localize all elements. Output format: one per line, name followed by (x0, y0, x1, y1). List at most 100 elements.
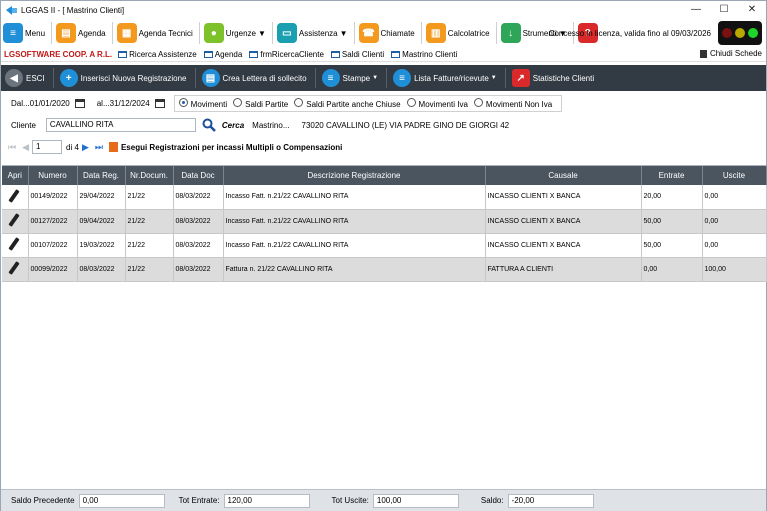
stampe-button[interactable]: ≡ Stampe ▼ (321, 69, 378, 87)
page-input[interactable]: 1 (32, 140, 63, 154)
menu-button[interactable]: ≡ Menu (1, 20, 47, 46)
last-page-icon[interactable]: ⏭ (95, 142, 103, 153)
esci-button[interactable]: ◀ ESCI (5, 69, 45, 87)
cell-descrizione: Incasso Fatt. n.21/22 CAVALLINO RITA (223, 209, 486, 234)
totals-bar: Saldo Precedente 0,00 Tot Entrate: 120,0… (1, 489, 766, 511)
cell-descrizione: Fattura n. 21/22 CAVALLINO RITA (223, 257, 486, 282)
status-light-icon (747, 28, 758, 38)
radio-saldi-partite-chiuse[interactable]: Saldi Partite anche Chiuse (288, 98, 401, 109)
link-mastrino-clienti[interactable]: Mastrino Clienti (391, 50, 457, 59)
open-cell[interactable] (2, 185, 29, 210)
open-cell[interactable] (2, 257, 29, 282)
col-entrate[interactable]: Entrate (641, 166, 703, 185)
lista-fatture-button[interactable]: ≡ Lista Fatture/ricevute ▼ (393, 69, 497, 87)
minimize-button[interactable]: — (682, 1, 710, 19)
table-header: Apri Numero Data Reg. Nr.Docum. Data Doc… (2, 166, 767, 185)
monitor-icon: ▭ (276, 23, 297, 43)
al-date-field[interactable]: 31/12/2024 (110, 99, 150, 108)
execute-multiple-button[interactable]: Esegui Registrazioni per incassi Multipl… (108, 142, 342, 152)
link-agenda[interactable]: Agenda (203, 50, 242, 59)
open-cell[interactable] (2, 233, 29, 258)
next-page-icon[interactable]: ▶ (82, 142, 89, 153)
cell-numero: 00099/2022 (28, 257, 78, 282)
col-numero[interactable]: Numero (28, 166, 78, 185)
calendar-icon: ▦ (116, 23, 137, 43)
maximize-button[interactable]: ☐ (710, 1, 738, 19)
assistenza-button[interactable]: ▭ Assistenza ▼ (275, 20, 350, 46)
cell-numero: 00149/2022 (28, 185, 78, 210)
calendar-icon[interactable] (74, 99, 85, 108)
prev-page-icon[interactable]: ◀ (22, 142, 29, 153)
cell-nr-docum: 21/22 (125, 257, 174, 282)
menu-icon: ≡ (3, 23, 23, 43)
close-button[interactable]: ✕ (738, 1, 766, 19)
mastrino-label: Mastrino... (252, 120, 290, 130)
cell-data-reg: 19/03/2022 (77, 233, 126, 258)
pencil-icon[interactable] (7, 213, 21, 229)
cell-data-reg: 09/04/2022 (77, 209, 126, 234)
app-icon (6, 5, 17, 15)
cell-causale: INCASSO CLIENTI X BANCA (485, 209, 642, 234)
pencil-icon[interactable] (7, 237, 21, 253)
open-cell[interactable] (2, 209, 29, 234)
saldo-value: -20,00 (507, 493, 594, 508)
radio-icon (294, 98, 304, 107)
cell-data-reg: 08/03/2022 (77, 257, 126, 282)
crea-lettera-button[interactable]: ▤ Crea Lettera di sollecito (201, 69, 307, 87)
col-apri[interactable]: Apri (2, 166, 29, 185)
col-uscite[interactable]: Uscite (702, 166, 767, 185)
cell-causale: INCASSO CLIENTI X BANCA (485, 185, 642, 210)
table-row[interactable]: 00149/2022 29/04/2022 21/22 08/03/2022 Incas… (2, 185, 767, 210)
col-nr-docum[interactable]: Nr.Docum. (125, 166, 174, 185)
window-icon (330, 51, 340, 58)
calendar-icon[interactable] (154, 99, 165, 108)
radio-movimenti-non-iva[interactable]: Movimenti Non Iva (468, 98, 552, 109)
cell-data-doc: 08/03/2022 (173, 233, 224, 258)
table-row[interactable]: 00099/2022 08/03/2022 21/22 08/03/2022 Fattu… (2, 257, 767, 282)
dal-label: Dal... (11, 99, 30, 108)
window-icon (391, 51, 401, 58)
statistiche-button[interactable]: ↗ Statistiche Clienti (511, 69, 594, 87)
link-ricerca-assistenze[interactable]: Ricerca Assistenze (118, 50, 197, 59)
col-descrizione[interactable]: Descrizione Registrazione (223, 166, 486, 185)
table-row[interactable]: 00107/2022 19/03/2022 21/22 08/03/2022 Incas… (2, 233, 767, 258)
cell-entrate: 0,00 (641, 257, 703, 282)
dal-date-field[interactable]: 01/01/2020 (30, 99, 70, 108)
col-data-doc[interactable]: Data Doc (173, 166, 224, 185)
trash-icon (699, 49, 707, 58)
agenda-tecnici-button[interactable]: ▦ Agenda Tecnici (115, 20, 195, 46)
agenda-button[interactable]: ▤ Agenda (54, 20, 108, 46)
cliente-input[interactable]: CAVALLINO RITA (45, 118, 196, 132)
table-row[interactable]: 00127/2022 09/04/2022 21/22 08/03/2022 Incas… (2, 209, 767, 234)
agenda-icon: ▤ (56, 23, 77, 43)
chiudi-schede-button[interactable]: Chiudi Schede (699, 49, 762, 58)
col-causale[interactable]: Causale (485, 166, 642, 185)
phone-icon: ☎ (358, 23, 379, 43)
cerca-button[interactable]: Cerca (222, 121, 244, 130)
radio-movimenti-iva[interactable]: Movimenti Iva (401, 98, 468, 109)
pencil-icon[interactable] (7, 189, 21, 205)
license-text: Concesso in licenza, valida fino al 09/0… (548, 29, 711, 38)
radio-saldi-partite[interactable]: Saldi Partite (227, 98, 288, 109)
col-data-reg[interactable]: Data Reg. (77, 166, 126, 185)
window-icon (203, 51, 213, 58)
new-registration-button[interactable]: + Inserisci Nuova Registrazione (59, 69, 187, 87)
cell-data-doc: 08/03/2022 (173, 185, 224, 210)
first-page-icon[interactable]: ⏮ (8, 142, 16, 153)
printer-icon: ≡ (321, 69, 340, 87)
cell-causale: INCASSO CLIENTI X BANCA (485, 233, 642, 258)
pencil-icon[interactable] (7, 261, 21, 277)
link-ricerca-cliente[interactable]: frmRicercaCliente (249, 50, 324, 59)
urgenze-button[interactable]: ● Urgenze ▼ (202, 20, 268, 46)
search-icon[interactable] (202, 118, 216, 132)
radio-movimenti[interactable]: Movimenti (173, 98, 227, 109)
chiamate-button[interactable]: ☎ Chiamate (357, 20, 417, 46)
traffic-light-icon (718, 21, 762, 45)
brand-name: LGSOFTWARE COOP. A R.L. (4, 50, 113, 59)
link-saldi-clienti[interactable]: Saldi Clienti (330, 50, 384, 59)
cell-descrizione: Incasso Fatt. n.21/22 CAVALLINO RITA (223, 185, 486, 210)
calcolatrice-button[interactable]: ▥ Calcolatrice (424, 20, 492, 46)
radio-icon (473, 98, 483, 107)
al-label: al... (96, 99, 110, 108)
cell-data-doc: 08/03/2022 (173, 257, 224, 282)
